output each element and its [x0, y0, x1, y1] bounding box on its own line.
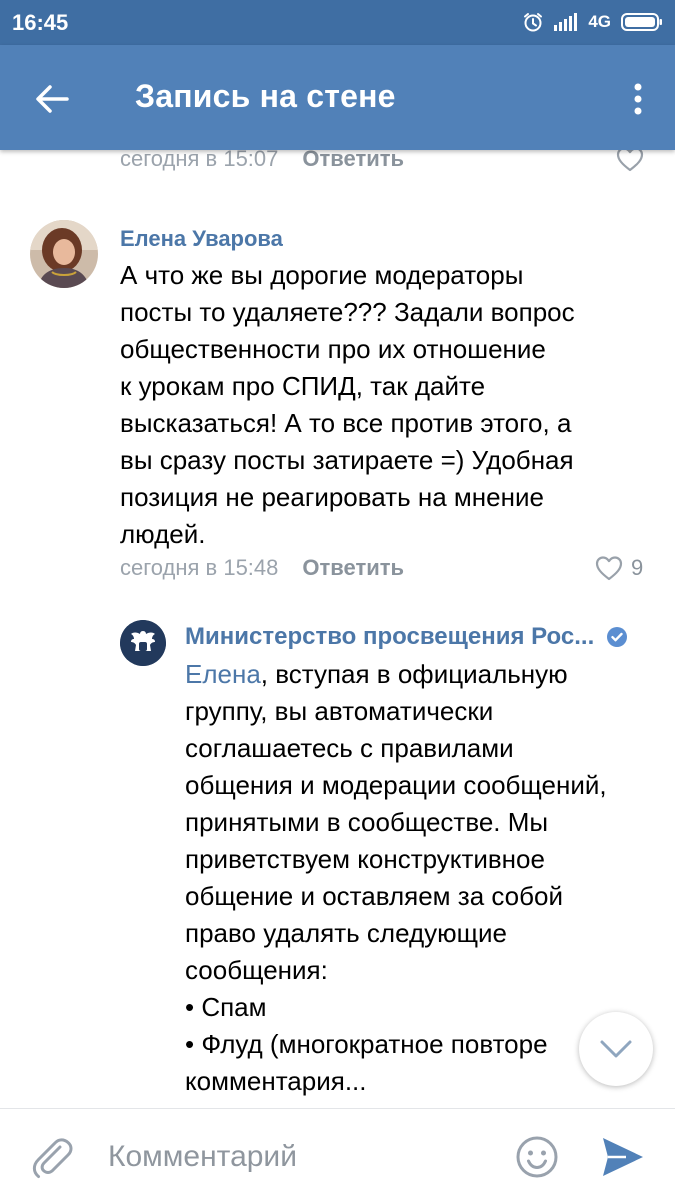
prev-comment-like-button[interactable] — [616, 150, 644, 172]
prev-comment-reply-button[interactable]: Ответить — [302, 150, 404, 172]
comment-input-bar — [0, 1108, 675, 1200]
page-title: Запись на стене — [135, 78, 396, 114]
back-arrow-icon — [36, 85, 69, 113]
verified-icon — [607, 627, 628, 647]
network-type-label: 4G — [588, 12, 611, 31]
emoji-button[interactable] — [514, 1134, 560, 1180]
attach-button[interactable] — [30, 1135, 74, 1179]
user-photo-icon — [30, 220, 98, 288]
prev-comment-meta: сегодня в 15:07 Ответить — [120, 150, 404, 174]
more-options-button[interactable] — [623, 73, 653, 125]
reply-author-name[interactable]: Министерство просвещения Рос... — [185, 623, 594, 651]
send-icon — [603, 1138, 643, 1176]
comment-meta: сегодня в 15:48 Ответить — [120, 553, 404, 583]
comments-list[interactable]: сегодня в 15:07 Ответить Елена Уварова А… — [0, 150, 675, 1108]
coat-of-arms-icon — [120, 620, 166, 666]
alarm-icon — [522, 11, 544, 33]
chevron-down-icon — [600, 1040, 632, 1058]
heart-icon — [616, 150, 644, 172]
reply-author-row: Министерство просвещения Рос... — [185, 623, 655, 651]
comment-like-button[interactable]: 9 — [595, 555, 643, 581]
scroll-down-button[interactable] — [579, 1012, 653, 1086]
back-button[interactable] — [26, 73, 78, 125]
comment-input[interactable] — [108, 1135, 488, 1179]
comment-reply-button[interactable]: Ответить — [302, 555, 404, 581]
heart-icon — [595, 556, 623, 581]
reply-mention-link[interactable]: Елена — [185, 659, 261, 689]
status-time: 16:45 — [12, 10, 69, 35]
reply-body: , вступая в официальную группу, вы автом… — [185, 659, 607, 1096]
prev-comment-time: сегодня в 15:07 — [120, 150, 279, 171]
comment-text: А что же вы дорогие модераторы посты то … — [120, 260, 575, 549]
avatar[interactable] — [30, 220, 98, 288]
group-avatar[interactable] — [120, 620, 166, 666]
send-button[interactable] — [600, 1135, 646, 1179]
status-icons: 4G — [522, 9, 663, 35]
comment-like-count: 9 — [631, 555, 644, 580]
paperclip-icon — [32, 1138, 73, 1178]
comment-author-name[interactable]: Елена Уварова — [120, 226, 283, 252]
status-bar: 16:45 4G — [0, 0, 675, 45]
app-bar: Запись на стене — [0, 45, 675, 150]
signal-icon — [554, 13, 578, 31]
comment-time: сегодня в 15:48 — [120, 555, 279, 580]
smiley-icon — [516, 1136, 558, 1178]
battery-icon — [621, 12, 663, 32]
more-vertical-icon — [634, 83, 642, 115]
